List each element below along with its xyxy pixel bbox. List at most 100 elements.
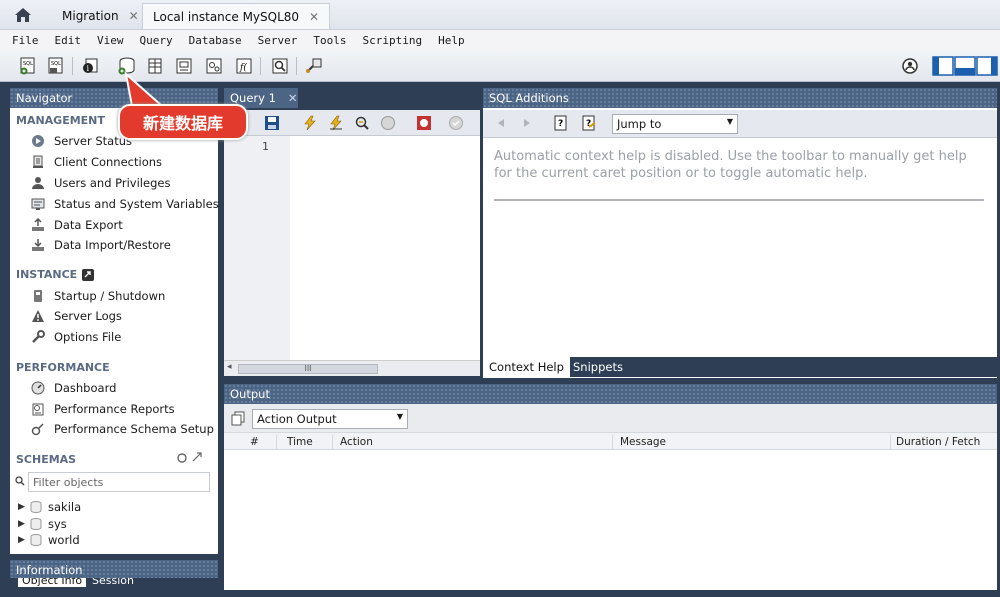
tab-bar: Migration ✕ Local instance MySQL80 ✕ (0, 0, 1000, 30)
column-time[interactable]: Time (287, 436, 313, 448)
scrollbar-thumb[interactable]: III (238, 364, 378, 374)
nav-item-client-connections[interactable]: Client Connections (30, 153, 162, 171)
users-icon (30, 175, 46, 191)
execute-icon[interactable] (300, 113, 320, 133)
tab-context-help[interactable]: Context Help (483, 357, 570, 377)
tab-local-instance[interactable]: Local instance MySQL80 ✕ (142, 3, 331, 29)
menu-query[interactable]: Query (140, 34, 173, 47)
tab-label: Migration (62, 9, 119, 23)
schema-item-sys[interactable]: ▶ sys (18, 516, 67, 532)
toggle-error-icon[interactable] (414, 113, 434, 133)
instance-status-icon (82, 268, 95, 281)
column-separator (276, 435, 277, 449)
nav-item-performance-schema-setup[interactable]: Performance Schema Setup (30, 420, 214, 438)
nav-item-performance-reports[interactable]: Performance Reports (30, 400, 175, 418)
tab-session[interactable]: Session (92, 578, 134, 587)
filter-objects-input[interactable]: Filter objects (28, 472, 210, 492)
jump-to-value: Jump to (617, 117, 662, 131)
back-arrow-icon[interactable] (491, 113, 511, 133)
jump-to-select[interactable]: Jump to ▼ (612, 114, 738, 134)
expand-arrow-icon[interactable]: ▶ (18, 535, 30, 545)
callout-text: 新建数据库 (142, 114, 223, 133)
output-type-select[interactable]: Action Output ▼ (252, 409, 408, 429)
nav-item-label: Options File (54, 330, 122, 344)
column-separator (612, 435, 613, 449)
create-function-icon[interactable]: f( (234, 56, 254, 76)
commit-icon[interactable] (446, 113, 466, 133)
layout-toggle-icons[interactable] (932, 56, 998, 76)
menu-server[interactable]: Server (258, 34, 298, 47)
database-icon (30, 534, 42, 546)
close-icon[interactable]: ✕ (288, 91, 298, 105)
column-duration-fetch[interactable]: Duration / Fetch (896, 436, 980, 448)
database-icon (30, 501, 42, 513)
information-tabs: Object Info Session (10, 578, 218, 590)
column-message[interactable]: Message (620, 436, 666, 448)
forward-arrow-icon[interactable] (517, 113, 537, 133)
menu-file[interactable]: File (12, 34, 39, 47)
refresh-schemas-icon[interactable] (176, 452, 188, 464)
menu-edit[interactable]: Edit (55, 34, 82, 47)
menu-database[interactable]: Database (189, 34, 242, 47)
nav-item-users-and-privileges[interactable]: Users and Privileges (30, 174, 170, 192)
expand-arrow-icon[interactable]: ▶ (18, 502, 30, 512)
schema-item-sakila[interactable]: ▶ sakila (18, 499, 81, 515)
expand-arrow-icon[interactable]: ▶ (18, 519, 30, 529)
query-toolbar (224, 110, 480, 136)
menu-help[interactable]: Help (438, 34, 465, 47)
nav-item-label: Performance Schema Setup (54, 422, 214, 436)
schema-item-world[interactable]: ▶ world (18, 532, 80, 548)
column-separator (332, 435, 333, 449)
chevron-down-icon: ▼ (726, 117, 733, 126)
scroll-left-icon[interactable]: ◂ (227, 362, 232, 372)
new-sql-tab-icon[interactable]: SQL (18, 56, 38, 76)
nav-item-data-import-restore[interactable]: Data Import/Restore (30, 236, 171, 254)
output-title: Output (230, 387, 270, 401)
tab-snippets[interactable]: Snippets (567, 357, 629, 377)
nav-item-label: Status and System Variables (54, 197, 219, 211)
nav-item-dashboard[interactable]: Dashboard (30, 379, 116, 397)
stop-icon[interactable] (378, 113, 398, 133)
create-database-callout: 新建数据库 (118, 104, 248, 140)
nav-item-startup-shutdown[interactable]: Startup / Shutdown (30, 287, 165, 305)
nav-item-label: Users and Privileges (54, 176, 171, 190)
auto-help-icon[interactable]: ? (579, 113, 599, 133)
inspector-icon[interactable]: i (80, 56, 100, 76)
column-action[interactable]: Action (340, 436, 373, 448)
nav-item-status-and-system-variables[interactable]: Status and System Variables (30, 195, 219, 213)
close-icon[interactable]: ✕ (309, 10, 319, 24)
manual-help-icon[interactable]: ? (551, 113, 571, 133)
close-icon[interactable]: ✕ (129, 9, 139, 23)
nav-item-label: Data Export (54, 218, 123, 232)
menu-view[interactable]: View (97, 34, 124, 47)
nav-item-server-status[interactable]: Server Status (30, 132, 132, 150)
nav-item-label: Data Import/Restore (54, 238, 171, 252)
tab-migration[interactable]: Migration ✕ (52, 3, 149, 29)
tab-object-info[interactable]: Object Info (18, 578, 87, 587)
execute-current-icon[interactable] (326, 113, 346, 133)
nav-item-server-logs[interactable]: Server Logs (30, 307, 122, 325)
user-account-icon[interactable] (900, 56, 920, 76)
menu-bar: File Edit View Query Database Server Too… (0, 30, 1000, 50)
editor-horizontal-scrollbar[interactable]: ◂ III (224, 360, 480, 376)
column-separator (890, 435, 891, 449)
reports-icon (30, 401, 46, 417)
nav-item-data-export[interactable]: Data Export (30, 216, 123, 234)
search-table-data-icon[interactable] (270, 56, 290, 76)
sql-editor[interactable]: 1 (224, 136, 480, 360)
home-icon[interactable] (10, 4, 36, 26)
explain-icon[interactable] (352, 113, 372, 133)
save-icon[interactable] (262, 113, 282, 133)
nav-item-options-file[interactable]: Options File (30, 328, 121, 346)
menu-tools[interactable]: Tools (313, 34, 346, 47)
warning-icon (30, 308, 46, 324)
open-sql-script-icon[interactable]: SQL (46, 56, 66, 76)
help-divider (494, 199, 984, 201)
reconnect-icon[interactable] (304, 56, 324, 76)
instance-title-text: INSTANCE (16, 268, 78, 281)
copy-icon[interactable] (230, 411, 246, 427)
column-number[interactable]: # (250, 436, 259, 448)
expand-icon[interactable] (192, 452, 202, 462)
filter-placeholder: Filter objects (33, 475, 104, 489)
menu-scripting[interactable]: Scripting (362, 34, 422, 47)
